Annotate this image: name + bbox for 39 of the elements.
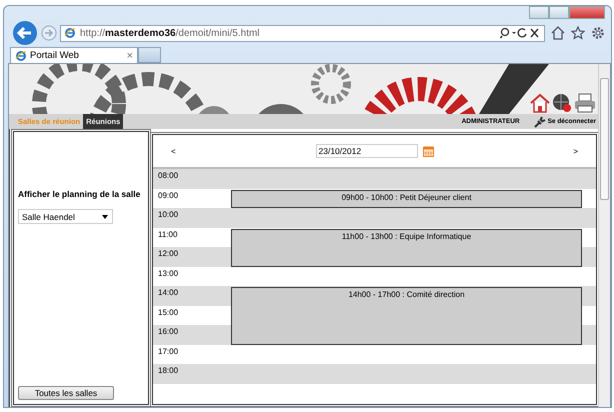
sidebar-heading: Afficher le planning de la salle <box>18 189 142 199</box>
home-icon[interactable] <box>551 26 565 40</box>
browser-tab[interactable]: Portail Web × <box>10 47 138 63</box>
browser-logo-icon <box>15 50 27 62</box>
maximize-button[interactable] <box>549 6 569 19</box>
hour-label: 18:00 <box>157 365 180 377</box>
settings-icon[interactable] <box>591 26 605 40</box>
room-select[interactable]: Salle Haendel <box>18 209 113 224</box>
hour-label: 09:00 <box>157 190 180 202</box>
printer-icon[interactable] <box>574 93 596 113</box>
address-field[interactable]: http://masterdemo36/demoit/mini/5.html <box>60 24 545 42</box>
close-tab-button[interactable]: × <box>126 50 133 62</box>
hour-label: 10:00 <box>157 209 180 221</box>
date-field[interactable]: 23/10/2012 <box>316 144 418 158</box>
previous-day-link[interactable]: < <box>169 146 178 156</box>
hour-label: 17:00 <box>157 346 180 358</box>
hour-label: 15:00 <box>157 306 180 318</box>
back-button[interactable] <box>12 20 38 46</box>
hour-label: 08:00 <box>157 170 180 182</box>
globe-icon[interactable] <box>552 93 572 113</box>
next-day-link[interactable]: > <box>571 146 580 156</box>
minimize-button[interactable] <box>529 6 549 19</box>
event-block[interactable]: 11h00 - 13h00 : Equipe Informatique <box>231 228 582 266</box>
house-icon[interactable] <box>530 93 550 113</box>
event-block[interactable]: 09h00 - 10h00 : Petit Déjeuner client <box>231 190 582 208</box>
plug-icon <box>534 116 546 128</box>
hour-label: 13:00 <box>157 268 180 280</box>
browser-logo-icon <box>64 27 76 39</box>
event-block[interactable]: 14h00 - 17h00 : Comité direction <box>231 287 582 344</box>
hour-label: 16:00 <box>157 326 180 338</box>
all-rooms-button[interactable]: Toutes les salles <box>18 386 114 400</box>
caret-icon <box>102 214 108 218</box>
star-icon[interactable] <box>571 26 585 40</box>
address-tools-icon[interactable] <box>500 27 540 39</box>
hour-label: 14:00 <box>157 287 180 299</box>
hour-label: 12:00 <box>157 248 180 260</box>
scrollbar[interactable] <box>598 64 610 407</box>
hour-label: 11:00 <box>157 228 178 240</box>
calendar-icon[interactable] <box>422 146 434 156</box>
